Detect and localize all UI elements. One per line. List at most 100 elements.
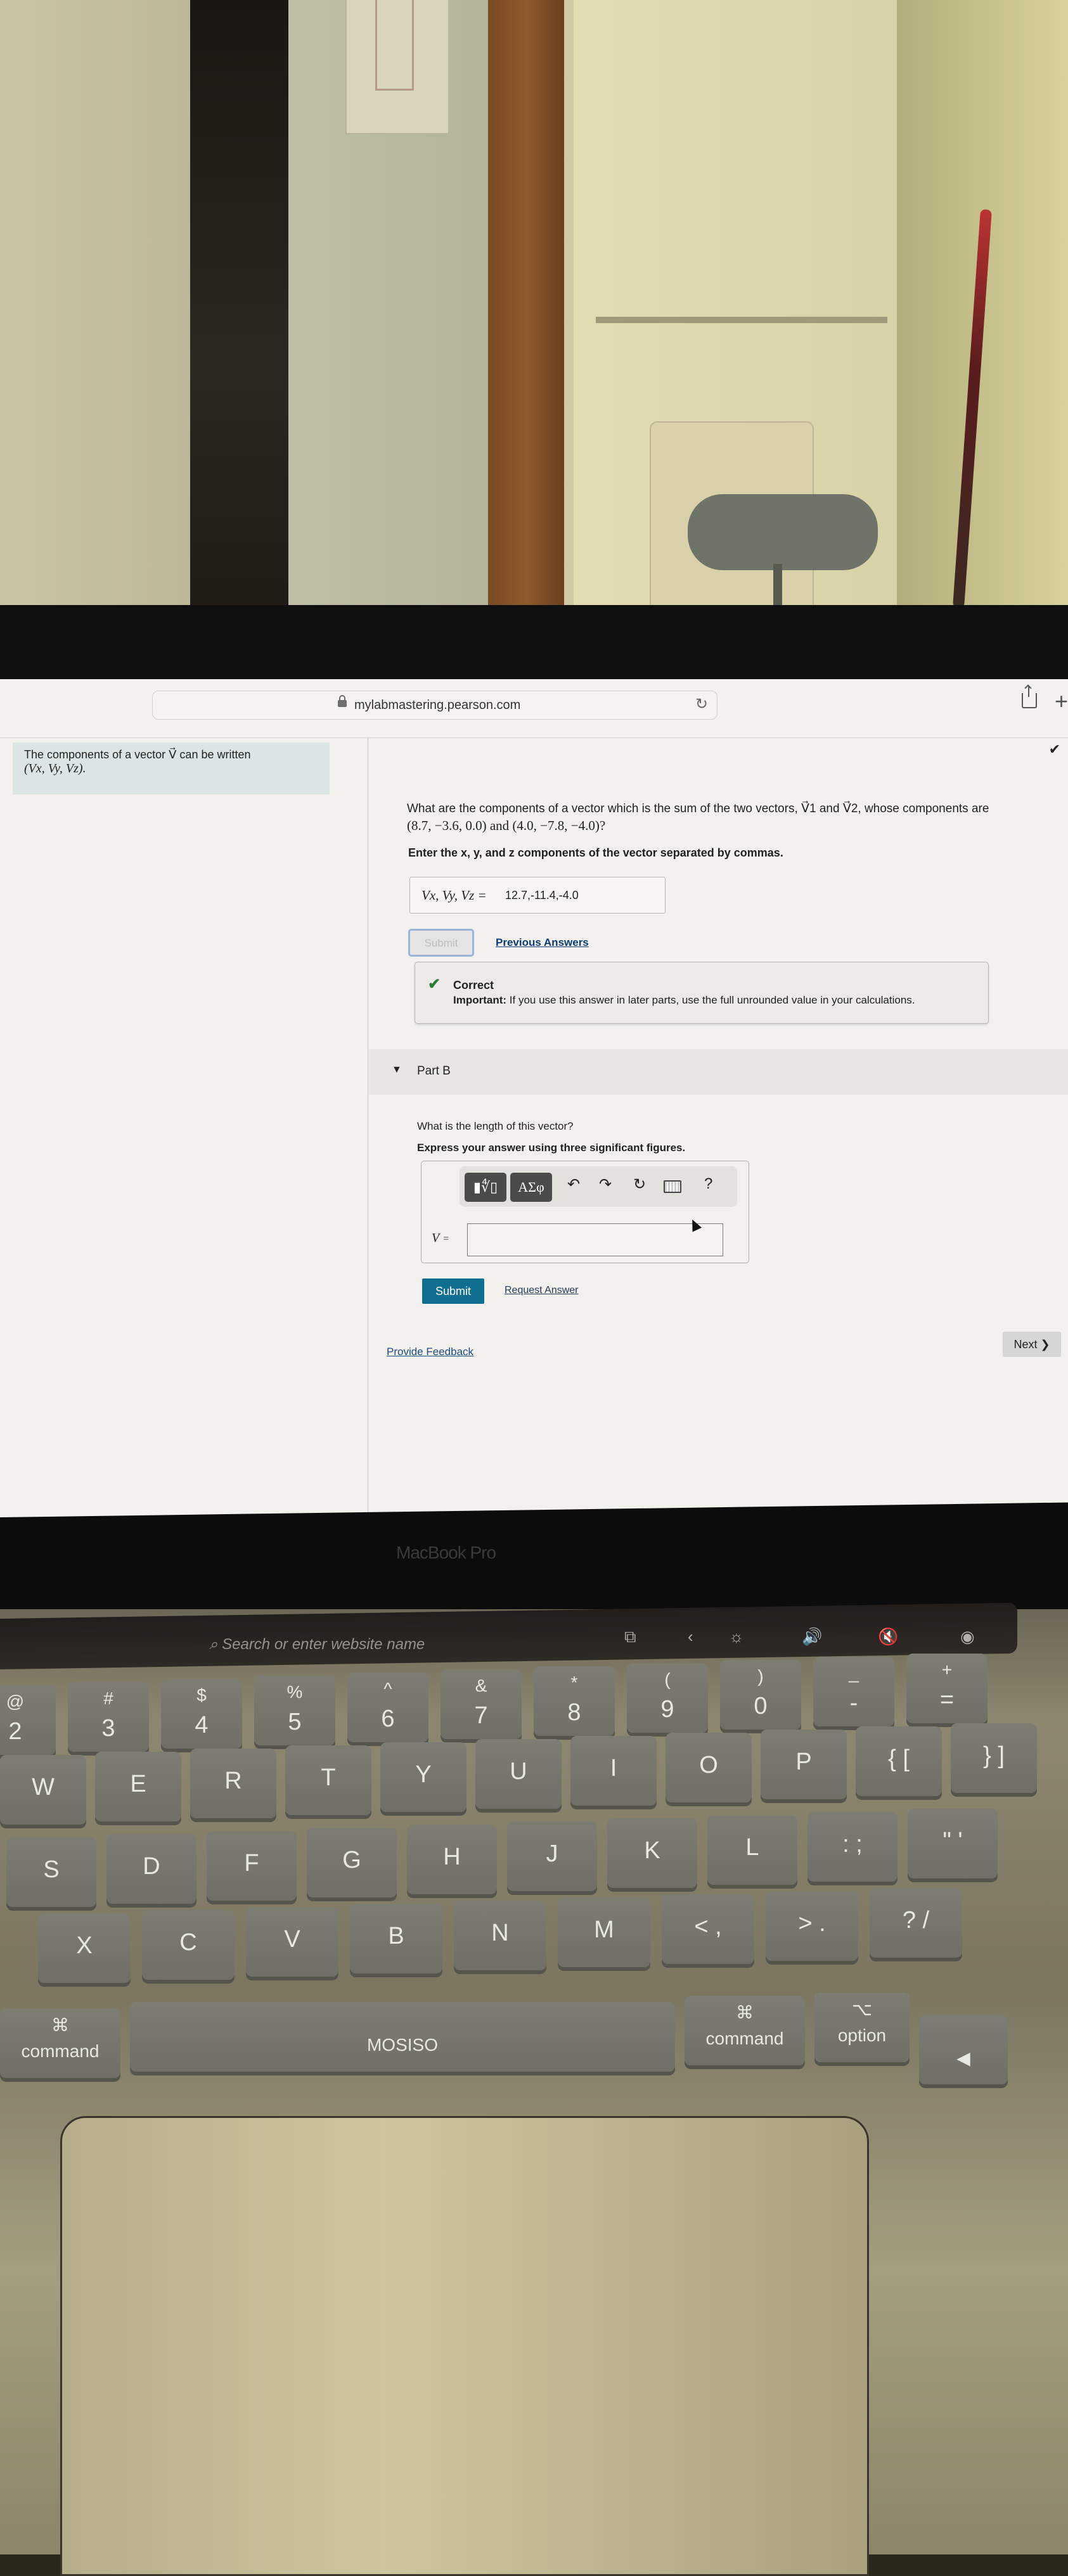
- key-M[interactable]: M: [558, 1897, 650, 1967]
- key-punct[interactable]: " ': [908, 1809, 998, 1878]
- key-label: 3: [101, 1715, 115, 1742]
- vector-length-input[interactable]: [467, 1223, 723, 1256]
- back-icon[interactable]: ‹: [688, 1627, 693, 1647]
- key-R[interactable]: R: [190, 1749, 276, 1818]
- part-b-submit-button[interactable]: Submit: [422, 1278, 484, 1304]
- key-T[interactable]: T: [285, 1745, 371, 1815]
- key-U[interactable]: U: [475, 1739, 562, 1809]
- provide-feedback-link[interactable]: Provide Feedback: [387, 1346, 473, 1358]
- next-button[interactable]: Next ❯: [1003, 1332, 1061, 1357]
- answer-variable-label: V =: [432, 1231, 449, 1246]
- key-0[interactable]: ) 0: [720, 1660, 801, 1730]
- key-H[interactable]: H: [407, 1825, 497, 1894]
- templates-button[interactable]: ▮∜▯: [465, 1173, 506, 1202]
- key-punct[interactable]: > .: [766, 1891, 858, 1961]
- left-command-key[interactable]: ⌘ command: [0, 2008, 120, 2078]
- stool-leg: [773, 564, 782, 608]
- key-C[interactable]: C: [142, 1910, 235, 1980]
- laptop-screen: mylabmastering.pearson.com ↻ + The compo…: [0, 679, 1068, 1528]
- trackpad[interactable]: [60, 2116, 869, 2576]
- siri-icon[interactable]: ◉: [960, 1627, 975, 1647]
- question-text: What are the components of a vector whic…: [407, 802, 989, 815]
- key-[interactable]: { [: [856, 1726, 942, 1796]
- answer-value[interactable]: 12.7,-11.4,-4.0: [505, 889, 579, 902]
- key-8[interactable]: * 8: [534, 1666, 615, 1736]
- key-label: 4: [195, 1712, 209, 1738]
- volume-icon[interactable]: 🔊: [802, 1627, 822, 1647]
- part-b-header[interactable]: ▼ Part B: [369, 1049, 1068, 1095]
- key-label: MOSISO: [366, 2035, 438, 2055]
- key--[interactable]: _ -: [813, 1657, 894, 1726]
- reset-icon[interactable]: ↻: [633, 1175, 646, 1194]
- previous-answers-link[interactable]: Previous Answers: [496, 936, 589, 949]
- key-L[interactable]: L: [707, 1815, 797, 1885]
- key-2[interactable]: @2: [0, 1685, 56, 1755]
- key-label: : ;: [842, 1831, 863, 1858]
- intro-box: The components of a vector V⃗ can be wri…: [13, 743, 330, 794]
- part-a-submit-button[interactable]: Submit: [408, 929, 474, 957]
- key-4[interactable]: $4: [161, 1679, 242, 1749]
- key-B[interactable]: B: [350, 1904, 442, 1973]
- key-shift-label: &: [475, 1676, 487, 1695]
- space-bar[interactable]: MOSISO: [130, 2002, 675, 2072]
- key-shift-label: *: [570, 1673, 578, 1692]
- key-K[interactable]: K: [607, 1818, 697, 1888]
- key-N[interactable]: N: [454, 1901, 546, 1970]
- caret-down-icon[interactable]: ▼: [392, 1064, 402, 1076]
- key-[interactable]: } ]: [951, 1723, 1037, 1793]
- light-switch: [345, 0, 449, 134]
- key-D[interactable]: D: [106, 1834, 196, 1904]
- key-7[interactable]: & 7: [441, 1669, 522, 1739]
- key-X[interactable]: X: [38, 1913, 131, 1983]
- key-I[interactable]: I: [570, 1736, 657, 1806]
- option-key[interactable]: ⌥ option: [814, 1993, 910, 2062]
- key-6[interactable]: ^ 6: [347, 1673, 428, 1742]
- key-punct[interactable]: < ,: [662, 1894, 754, 1964]
- undo-icon[interactable]: ↶: [567, 1175, 580, 1194]
- key-V[interactable]: V: [246, 1907, 338, 1977]
- answer-label: Vx, Vy, Vz =: [421, 888, 487, 903]
- key-E[interactable]: E: [95, 1752, 181, 1821]
- address-bar[interactable]: mylabmastering.pearson.com ↻: [152, 691, 717, 720]
- help-icon[interactable]: ?: [704, 1175, 712, 1193]
- key-O[interactable]: O: [666, 1733, 752, 1802]
- request-answer-link[interactable]: Request Answer: [505, 1285, 579, 1296]
- lock-icon: [338, 695, 347, 707]
- key-punct[interactable]: : ;: [807, 1812, 898, 1882]
- check-icon: ✔: [428, 976, 441, 993]
- key-label: > .: [798, 1910, 826, 1937]
- reload-icon[interactable]: ↻: [695, 695, 708, 713]
- key-9[interactable]: (9: [627, 1663, 708, 1733]
- url-text[interactable]: mylabmastering.pearson.com: [354, 698, 520, 713]
- new-tab-icon[interactable]: ⧉: [624, 1627, 636, 1647]
- key-label: T: [321, 1764, 336, 1791]
- greek-symbols-button[interactable]: ΑΣφ: [510, 1173, 552, 1202]
- keyboard-icon[interactable]: [664, 1180, 681, 1193]
- key-=[interactable]: + =: [906, 1654, 988, 1723]
- math-answer-editor: ▮∜▯ ΑΣφ ↶ ↷ ↻ ? V =: [421, 1161, 749, 1263]
- share-icon[interactable]: [1022, 685, 1037, 708]
- key-F[interactable]: F: [207, 1831, 297, 1901]
- key-punct[interactable]: ? /: [870, 1888, 962, 1958]
- key-G[interactable]: G: [307, 1828, 397, 1897]
- key-S[interactable]: S: [6, 1837, 96, 1907]
- redo-icon[interactable]: ↷: [599, 1175, 612, 1194]
- right-command-key[interactable]: ⌘ command: [685, 1996, 805, 2065]
- key-3[interactable]: #3: [68, 1682, 149, 1752]
- key-Y[interactable]: Y: [380, 1742, 466, 1812]
- key-J[interactable]: J: [507, 1821, 597, 1891]
- key-W[interactable]: W: [0, 1755, 86, 1825]
- part-a-answer-field[interactable]: Vx, Vy, Vz = 12.7,-11.4,-4.0: [409, 877, 666, 914]
- stool-seat: [688, 494, 878, 570]
- key-5[interactable]: % 5: [254, 1676, 335, 1745]
- brightness-icon[interactable]: ☼: [729, 1627, 744, 1647]
- key-P[interactable]: P: [761, 1730, 847, 1799]
- plus-icon[interactable]: +: [1055, 688, 1068, 715]
- left-arrow-key[interactable]: ◀: [919, 2015, 1008, 2084]
- touchbar-search-placeholder: Search or enter website name: [222, 1636, 425, 1653]
- feedback-message: Important: If you use this answer in lat…: [453, 994, 915, 1007]
- touchbar-search-field[interactable]: ⌕ Search or enter website name: [209, 1636, 425, 1654]
- mute-icon[interactable]: 🔇: [878, 1627, 898, 1647]
- key-label: 9: [660, 1696, 674, 1723]
- key-shift-label: %: [286, 1682, 303, 1702]
